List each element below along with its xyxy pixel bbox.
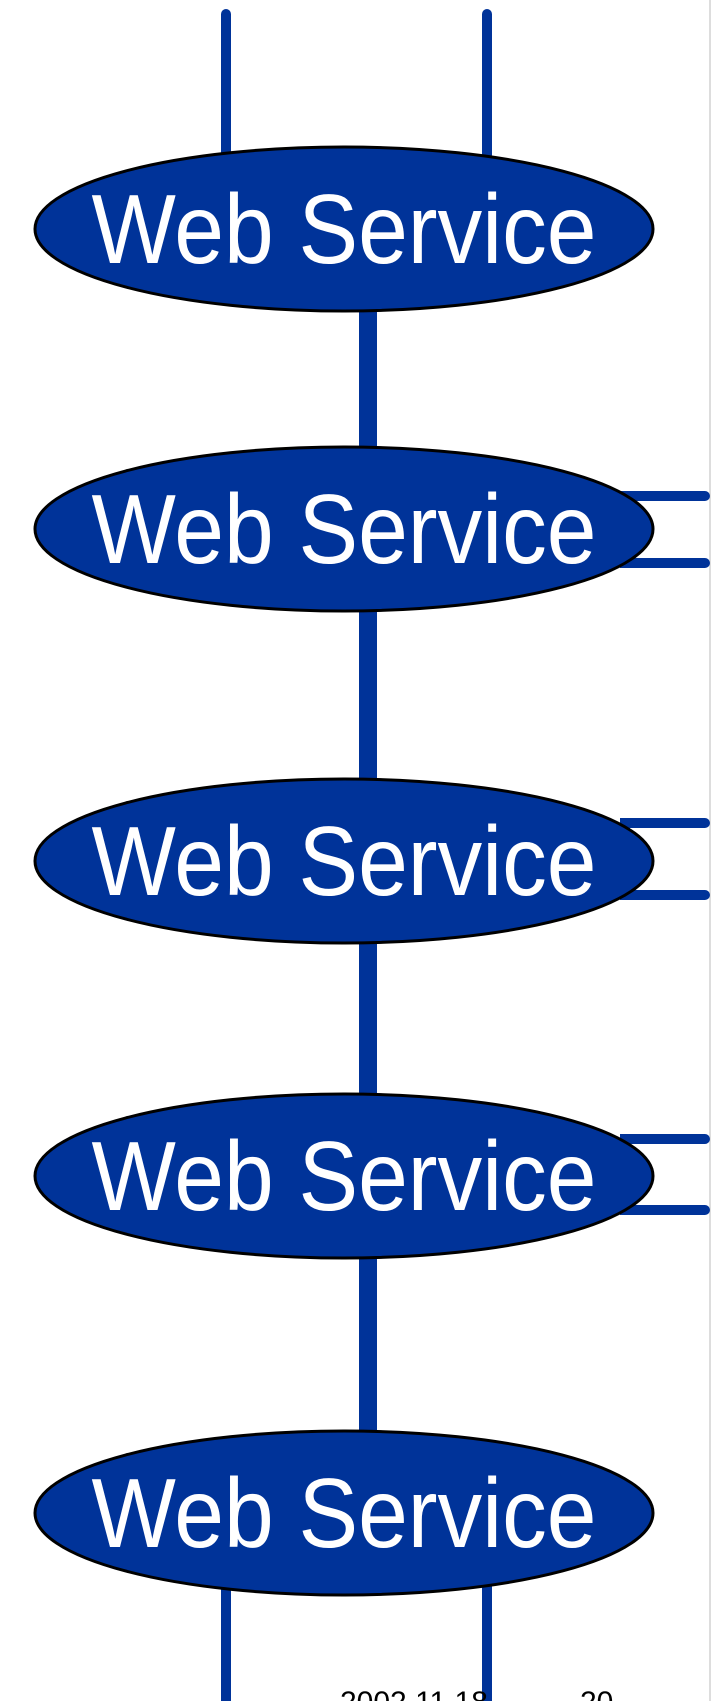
web-service-node-1[interactable]: Web Service xyxy=(33,145,655,313)
footer-date: 2002.11.18 xyxy=(340,1686,488,1701)
node-label: Web Service xyxy=(92,1458,597,1568)
bottom-connectors xyxy=(221,1585,492,1701)
web-service-node-2[interactable]: Web Service xyxy=(33,445,655,613)
top-connectors xyxy=(221,9,492,160)
node-label: Web Service xyxy=(92,474,597,584)
node-label: Web Service xyxy=(92,806,597,916)
footer-page-number: 20 xyxy=(580,1686,613,1701)
web-service-chain-diagram: t Web Service Web Service Web Service We… xyxy=(33,0,711,1701)
web-service-node-4[interactable]: Web Service xyxy=(33,1092,655,1260)
node-label: Web Service xyxy=(92,1121,597,1231)
node-label: Web Service xyxy=(92,174,597,284)
web-service-node-3[interactable]: Web Service xyxy=(33,777,655,945)
web-service-node-5[interactable]: Web Service xyxy=(33,1429,655,1597)
